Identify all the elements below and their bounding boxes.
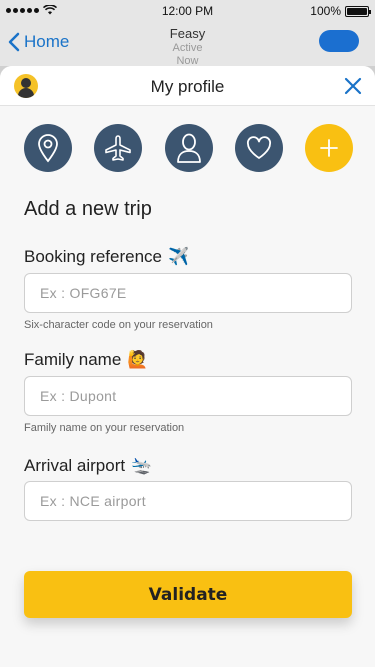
profile-icon-row <box>24 124 353 172</box>
arrival-airport-label-text: Arrival airport <box>24 456 126 475</box>
location-pin-icon <box>38 134 58 163</box>
add-trip-button[interactable] <box>305 124 353 172</box>
sheet-header: My profile <box>0 66 375 106</box>
family-name-label: Family name 🙋 <box>24 350 148 370</box>
close-button[interactable] <box>343 76 363 96</box>
booking-reference-label-text: Booking reference <box>24 247 162 266</box>
favorites-button[interactable] <box>234 124 283 172</box>
booking-reference-label: Booking reference ✈️ <box>24 247 189 267</box>
nav-bar: Home Feasy Active Now <box>0 22 375 68</box>
booking-reference-input[interactable] <box>24 273 352 313</box>
chat-status: Active Now <box>0 42 375 68</box>
battery-icon <box>345 5 371 17</box>
profile-sheet: My profile Add a new trip Booking refere… <box>0 66 375 667</box>
validate-button[interactable]: Validate <box>24 571 352 618</box>
status-bar: 12:00 PM 100% <box>0 0 375 22</box>
airplane-icon <box>105 135 132 161</box>
arrival-airport-label: Arrival airport 🛬 <box>24 456 152 476</box>
heart-icon <box>246 136 271 159</box>
flights-button[interactable] <box>94 124 143 172</box>
arrival-airport-input[interactable] <box>24 481 352 521</box>
nav-action-pill[interactable] <box>319 30 359 52</box>
location-button[interactable] <box>24 124 72 172</box>
sheet-title: My profile <box>150 77 225 96</box>
battery-percent: 100% <box>310 4 341 18</box>
family-name-label-text: Family name <box>24 350 122 369</box>
airplane-arrival-emoji-icon: 🛬 <box>131 456 153 475</box>
section-title: Add a new trip <box>24 198 152 220</box>
user-icon <box>176 133 201 163</box>
close-icon <box>344 77 362 95</box>
account-button[interactable] <box>164 124 213 172</box>
battery-status: 100% <box>310 4 371 18</box>
family-name-input[interactable] <box>24 376 352 416</box>
plus-icon <box>320 139 338 157</box>
airplane-emoji-icon: ✈️ <box>167 247 190 266</box>
raising-hand-emoji-icon: 🙋 <box>127 350 149 369</box>
booking-reference-hint: Six-character code on your reservation <box>24 319 213 331</box>
family-name-hint: Family name on your reservation <box>24 422 185 434</box>
